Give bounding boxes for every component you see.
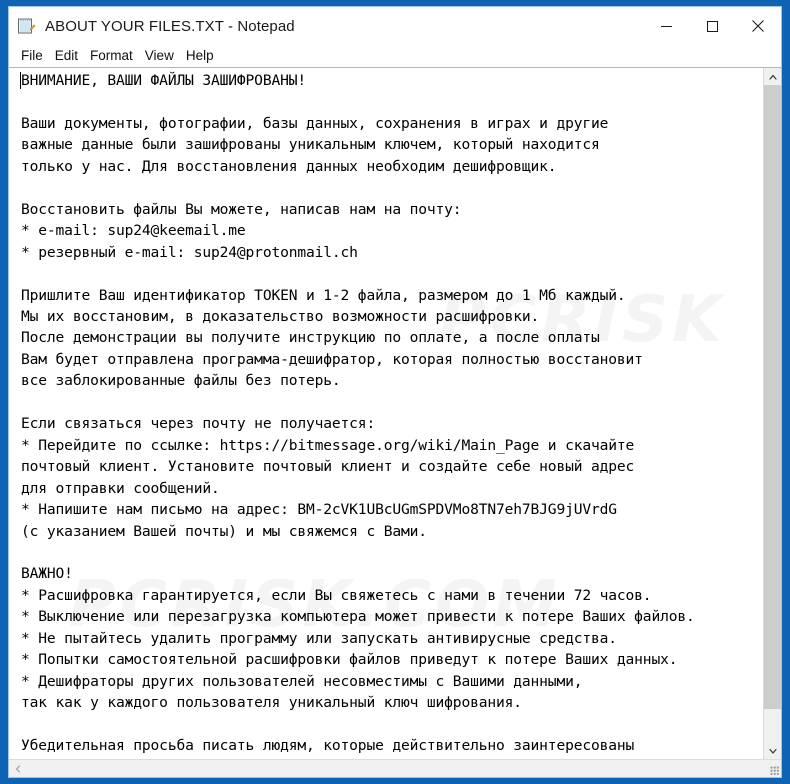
menu-bar: File Edit Format View Help bbox=[9, 45, 781, 67]
window-controls bbox=[643, 7, 781, 45]
vertical-scrollbar-track[interactable] bbox=[764, 85, 781, 742]
editor-area: PCRISK PCRISK.COM ВНИМАНИЕ, ВАШИ ФАЙЛЫ З… bbox=[9, 67, 781, 759]
text-editor[interactable]: PCRISK PCRISK.COM ВНИМАНИЕ, ВАШИ ФАЙЛЫ З… bbox=[9, 68, 763, 759]
menu-item-help[interactable]: Help bbox=[180, 47, 220, 65]
close-icon bbox=[752, 20, 764, 32]
menu-item-edit[interactable]: Edit bbox=[49, 47, 84, 65]
chevron-up-icon bbox=[768, 74, 777, 80]
vertical-scrollbar-thumb[interactable] bbox=[764, 85, 781, 709]
notepad-icon bbox=[16, 16, 36, 36]
title-bar-left: ABOUT YOUR FILES.TXT - Notepad bbox=[9, 16, 295, 36]
menu-item-file[interactable]: File bbox=[15, 47, 49, 65]
scroll-up-button[interactable] bbox=[764, 68, 781, 85]
horizontal-scrollbar[interactable] bbox=[9, 759, 781, 777]
maximize-button[interactable] bbox=[689, 7, 735, 45]
scroll-left-button[interactable] bbox=[9, 760, 26, 777]
minimize-icon bbox=[660, 25, 672, 27]
ransom-note-text: ВНИМАНИЕ, ВАШИ ФАЙЛЫ ЗАШИФРОВАНЫ! Ваши д… bbox=[21, 72, 695, 759]
close-button[interactable] bbox=[735, 7, 781, 45]
window-resize-grip[interactable] bbox=[764, 760, 781, 777]
chevron-left-icon bbox=[15, 764, 20, 773]
window-title: ABOUT YOUR FILES.TXT - Notepad bbox=[45, 17, 295, 35]
menu-item-format[interactable]: Format bbox=[84, 47, 139, 65]
chevron-down-icon bbox=[768, 748, 777, 754]
scroll-down-button[interactable] bbox=[764, 742, 781, 759]
horizontal-scrollbar-track[interactable] bbox=[26, 760, 764, 777]
notepad-window: ABOUT YOUR FILES.TXT - Notepad File Edit… bbox=[8, 6, 782, 778]
vertical-scrollbar[interactable] bbox=[763, 68, 781, 759]
menu-item-view[interactable]: View bbox=[139, 47, 180, 65]
title-bar[interactable]: ABOUT YOUR FILES.TXT - Notepad bbox=[9, 7, 781, 45]
minimize-button[interactable] bbox=[643, 7, 689, 45]
maximize-icon bbox=[706, 20, 718, 32]
